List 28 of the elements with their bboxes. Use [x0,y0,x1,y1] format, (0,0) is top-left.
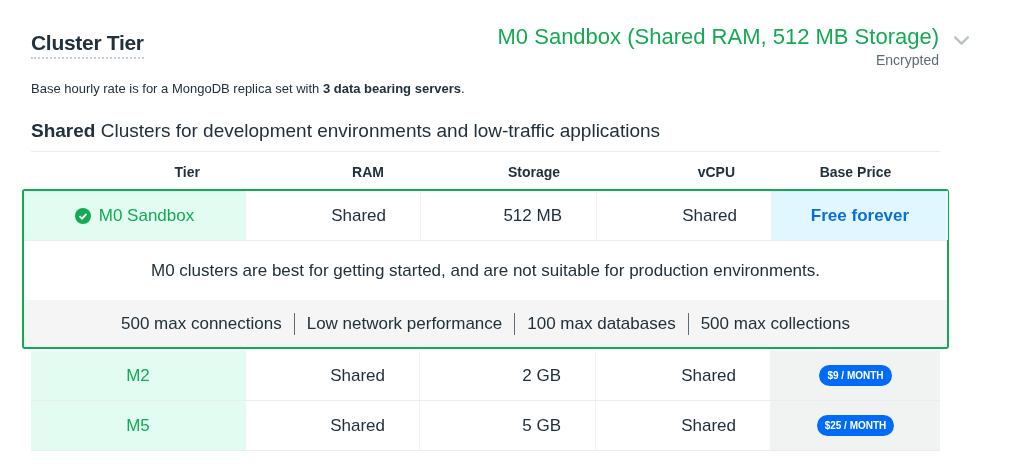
tier-cell[interactable]: M2 [31,351,246,400]
table-cell: Shared [246,401,420,450]
table-cell: 2 GB [420,351,596,400]
section-title: Cluster Tier [31,31,144,59]
tier-feature: 500 max connections [121,313,282,334]
tier-feature: 500 max collections [700,313,850,334]
price-text: Free forever [810,205,910,226]
column-header: RAM [351,164,385,180]
selected-tier-summary[interactable]: M0 Sandbox (Shared RAM, 512 MB Storage) [497,22,939,52]
price-badge: $25 / MONTH [816,415,895,436]
tier-feature: Low network performance [306,313,503,334]
table-cell: Shared [246,351,420,400]
table-cell: 512 MB [421,191,597,240]
column-header: Storage [506,164,561,180]
table-cell: Shared [246,191,421,240]
group-heading: Shared Clusters for development environments and low-traffic applications [31,120,662,142]
price-badge: $9 / MONTH [819,365,892,386]
column-header: Tier [173,164,201,180]
rate-note: Base hourly rate is for a MongoDB replica set with 3 data bearing servers. [31,81,466,96]
tier-description: M0 clusters are best for getting started, and are not suitable for production environments. [150,260,821,282]
selected-tier-card[interactable] [22,189,949,349]
table-cell: 5 GB [420,401,596,450]
encryption-label: Encrypted [875,52,939,69]
tier-feature: 100 max databases [527,313,676,334]
tier-cell[interactable]: M0 Sandbox [24,191,246,240]
column-header: vCPU [696,164,736,180]
column-header: Base Price [818,164,893,180]
tier-cell[interactable]: M5 [31,401,246,450]
